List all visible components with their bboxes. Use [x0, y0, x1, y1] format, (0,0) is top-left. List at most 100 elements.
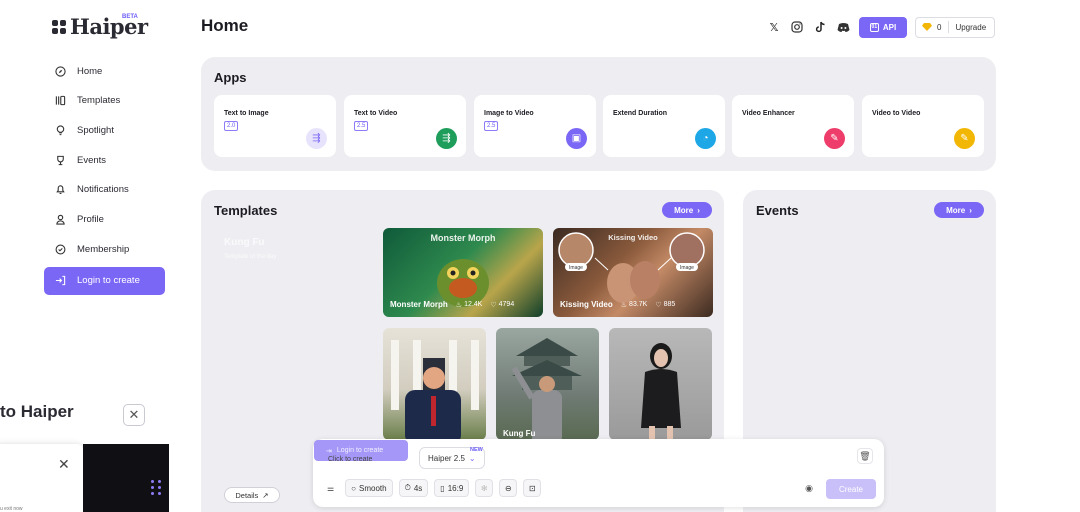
- generation-options: ⚌ ○ Smooth ⏱ 4s ▯ 16:9 ✻ ⊖ ⊡: [322, 479, 542, 497]
- template-card-fashion[interactable]: [609, 328, 712, 440]
- motion-option[interactable]: ○ Smooth: [345, 479, 393, 497]
- sidebar-item-label: Events: [77, 154, 107, 166]
- bulb-icon: [54, 124, 66, 136]
- bell-icon: [54, 184, 66, 196]
- views-stat: ♨ 83.7K: [621, 301, 648, 309]
- gem-icon: [922, 23, 932, 31]
- events-more-button[interactable]: More ›: [934, 202, 984, 218]
- app-version: 2.5: [354, 121, 369, 131]
- likes-count: 885: [663, 301, 676, 308]
- template-card-kung-fu[interactable]: Kung Fu: [496, 328, 599, 440]
- sidebar-item-label: Notifications: [77, 184, 129, 196]
- sidebar-item-profile[interactable]: Profile: [44, 207, 165, 231]
- sidebar-item-home[interactable]: Home: [44, 59, 165, 83]
- sidebar-item-label: Login to create: [77, 275, 140, 287]
- compass-icon: [54, 65, 66, 77]
- ratio-option[interactable]: ▯ 16:9: [434, 479, 470, 497]
- sidebar-item-templates[interactable]: Templates: [44, 89, 165, 113]
- app-root: Haiper BETA Home Templates Spotlight Eve…: [0, 0, 1080, 512]
- motion-icon: ○: [351, 483, 357, 493]
- discord-icon[interactable]: [835, 19, 851, 35]
- card-footer: Kissing Video ♨ 83.7K ♡ 885: [560, 300, 675, 309]
- app-card-image-to-video[interactable]: Image to Video 2.5 ▣: [474, 95, 596, 157]
- create-button[interactable]: Create: [826, 479, 876, 499]
- negative-prompt-option[interactable]: ⊖: [499, 479, 518, 497]
- eye-icon: ◉: [805, 482, 813, 493]
- upgrade-button[interactable]: Upgrade: [955, 23, 986, 32]
- image-option[interactable]: ⊡: [523, 479, 542, 497]
- sidebar-item-label: Membership: [77, 243, 130, 255]
- welcome-close-button[interactable]: ✕: [123, 404, 145, 426]
- close-icon: ✕: [128, 407, 140, 422]
- text-to-image-icon: ⇶: [306, 128, 327, 149]
- clear-button[interactable]: 🗑: [857, 448, 873, 464]
- beta-badge: BETA: [122, 14, 138, 20]
- seed-option[interactable]: ✻: [475, 479, 494, 497]
- templates-title: Templates: [214, 203, 278, 218]
- sidebar-nav: Home Templates Spotlight Events Notifica…: [44, 59, 165, 301]
- details-button[interactable]: Details ↗: [224, 487, 280, 503]
- sidebar-item-events[interactable]: Events: [44, 148, 165, 172]
- duration-option[interactable]: ⏱ 4s: [398, 479, 429, 497]
- prompt-placeholder[interactable]: Click to create: [328, 456, 372, 463]
- model-name: Haiper 2.5: [428, 453, 465, 463]
- sidebar-item-spotlight[interactable]: Spotlight: [44, 118, 165, 142]
- header-actions: 𝕏 01 API 0 Upgrade: [766, 16, 996, 38]
- app-name: Text to Video: [354, 110, 398, 117]
- likes-stat: ♡ 885: [655, 301, 675, 309]
- details-label: Details: [235, 490, 259, 500]
- api-button[interactable]: 01 API: [859, 16, 907, 38]
- divider: [948, 21, 950, 33]
- apps-title: Apps: [214, 70, 247, 85]
- visibility-toggle[interactable]: ◉: [801, 480, 817, 496]
- image-icon: ⊡: [528, 483, 536, 493]
- app-card-extend-duration[interactable]: Extend Duration ◔: [603, 95, 725, 157]
- heart-icon: ♡: [490, 301, 497, 309]
- popup-close-icon[interactable]: ✕: [58, 456, 70, 473]
- more-label: More: [946, 205, 966, 215]
- api-icon: 01: [869, 22, 879, 32]
- card-title-overlay: Kissing Video: [608, 233, 658, 242]
- feature-subtitle: Template of the day: [224, 254, 277, 260]
- settings-button[interactable]: ⚌: [322, 479, 339, 497]
- app-card-video-enhancer[interactable]: Video Enhancer ✎: [732, 95, 854, 157]
- views-count: 12.4K: [464, 301, 483, 308]
- app-card-video-to-video[interactable]: Video to Video ✎: [862, 95, 984, 157]
- portrait-image: [391, 340, 479, 440]
- template-card-kissing-video[interactable]: Image Image Kissing Video Kissing Video …: [553, 228, 713, 317]
- sidebar-item-notifications[interactable]: Notifications: [44, 178, 165, 202]
- card-footer: Monster Morph ♨ 12.4K ♡ 4794: [390, 300, 514, 309]
- sliders-icon: ⚌: [327, 483, 335, 493]
- video-to-video-icon: ✎: [954, 128, 975, 149]
- card-name: Kung Fu: [503, 429, 536, 438]
- instagram-icon[interactable]: [789, 19, 805, 35]
- minus-circle-icon: ⊖: [504, 483, 512, 493]
- app-card-text-to-video[interactable]: Text to Video 2.5 ⇶: [344, 95, 466, 157]
- brand-logo[interactable]: Haiper BETA: [52, 14, 148, 39]
- credits-count: 0: [937, 22, 942, 32]
- arrow-up-right-icon: ↗: [262, 490, 269, 500]
- app-card-text-to-image[interactable]: Text to Image 2.0 ⇶: [214, 95, 336, 157]
- app-version: 2.0: [224, 121, 239, 131]
- extend-duration-icon: ◔: [695, 128, 716, 149]
- templates-more-button[interactable]: More ›: [662, 202, 712, 218]
- sidebar-item-membership[interactable]: Membership: [44, 237, 165, 261]
- fashion-image: [641, 343, 681, 440]
- sidebar-item-label: Home: [77, 65, 103, 77]
- apps-panel: Apps Text to Image 2.0 ⇶ Text to Video 2…: [201, 57, 996, 171]
- views-stat: ♨ 12.4K: [456, 301, 483, 309]
- chevron-right-icon: ›: [969, 205, 972, 215]
- login-to-create-button[interactable]: Login to create: [44, 266, 165, 295]
- template-card-portrait[interactable]: [383, 328, 486, 440]
- x-icon[interactable]: 𝕏: [766, 19, 782, 35]
- feature-title: Kung Fu: [224, 237, 265, 248]
- chevron-right-icon: ›: [697, 205, 700, 215]
- likes-count: 4794: [498, 301, 515, 308]
- template-card-monster-morph[interactable]: Monster Morph Monster Morph ♨ 12.4K ♡ 4794: [383, 228, 543, 317]
- sidebar-item-label: Spotlight: [77, 124, 114, 136]
- timer-icon: ⏱: [404, 483, 411, 492]
- tiktok-icon[interactable]: [812, 19, 828, 35]
- text-to-video-icon: ⇶: [436, 128, 457, 149]
- trash-icon: 🗑: [859, 450, 871, 461]
- credits-widget[interactable]: 0 Upgrade: [915, 16, 996, 38]
